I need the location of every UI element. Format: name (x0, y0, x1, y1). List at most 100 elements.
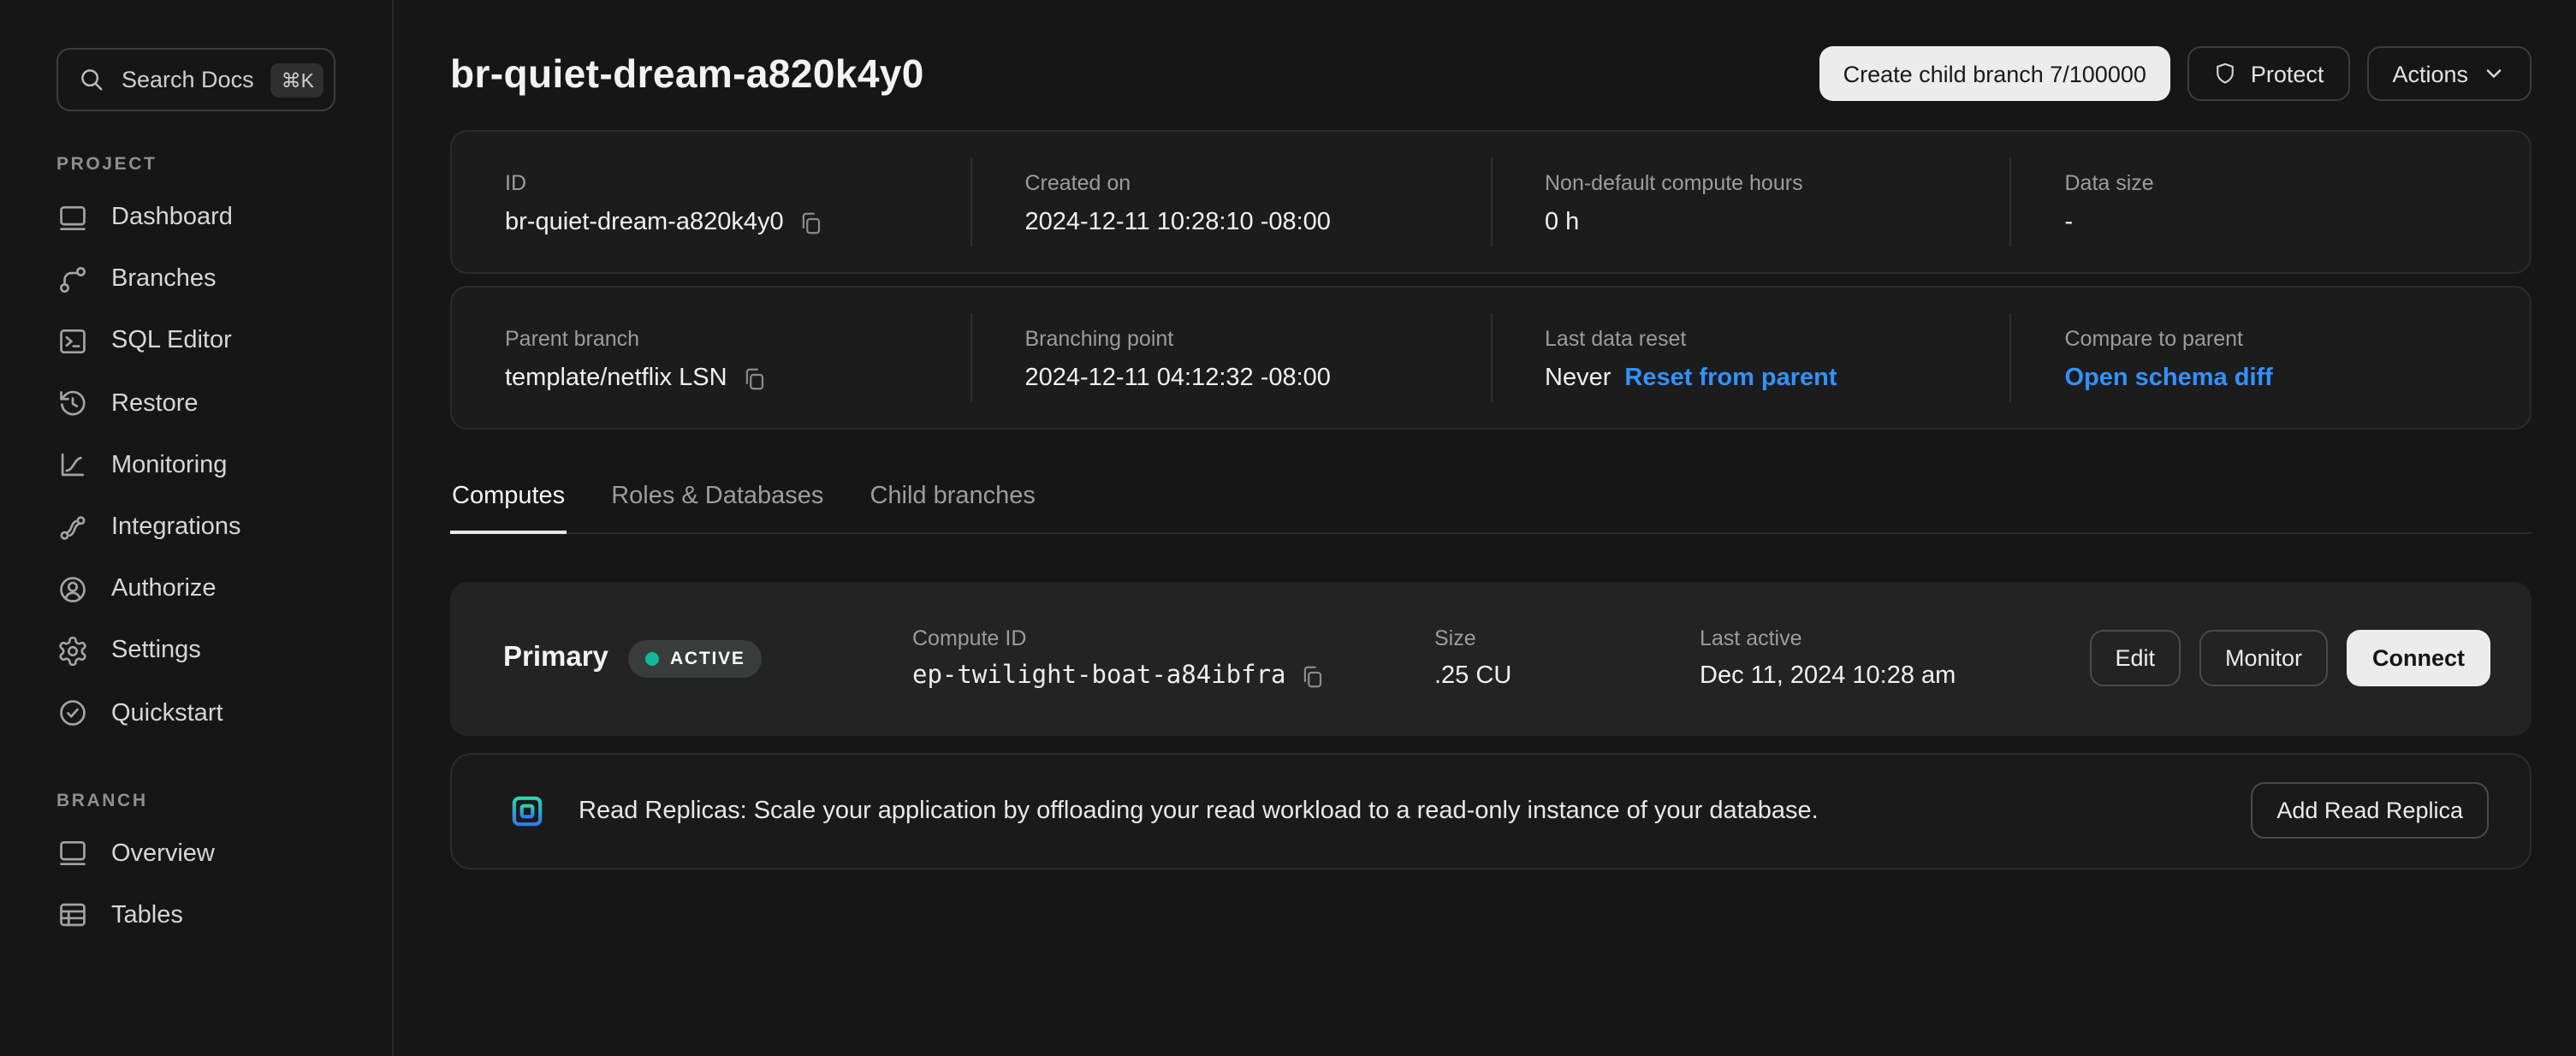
overview-icon (56, 838, 89, 870)
quickstart-check-icon (56, 697, 89, 729)
main-content: br-quiet-dream-a820k4y0 Create child bra… (394, 0, 2576, 1056)
compute-last-active-cell: Last active Dec 11, 2024 10:28 am (1700, 626, 2089, 690)
compute-size-value: .25 CU (1434, 662, 1700, 690)
compute-name-group: Primary ACTIVE (503, 639, 912, 677)
branch-parent-card: Parent branch template/netflix LSN Branc… (450, 286, 2531, 430)
meta-cell-created-on: Created on 2024-12-11 10:28:10 -08:00 (970, 157, 1491, 246)
status-badge: ACTIVE (629, 639, 763, 677)
nav-label: Settings (111, 638, 201, 665)
nav-label: Restore (111, 389, 199, 417)
integrations-icon (56, 511, 89, 543)
open-schema-diff-link[interactable]: Open schema diff (2065, 365, 2273, 392)
meta-cell-compute-hours: Non-default compute hours 0 h (1490, 157, 2010, 246)
actions-label: Actions (2392, 61, 2468, 86)
read-replica-banner: Read Replicas: Scale your application by… (450, 752, 2531, 869)
meta-cell-id: ID br-quiet-dream-a820k4y0 (452, 157, 970, 246)
tab-computes[interactable]: Computes (450, 471, 567, 534)
cell-label: Branching point (1025, 327, 1460, 351)
cell-label: Last active (1700, 626, 2089, 650)
cell-value: template/netflix LSN (505, 365, 940, 392)
compute-actions: Edit Monitor Connect (2089, 630, 2490, 686)
add-read-replica-button[interactable]: Add Read Replica (2251, 782, 2489, 839)
read-replica-description: Read Replicas: Scale your application by… (579, 797, 2223, 824)
cell-value: Open schema diff (2065, 365, 2500, 392)
page-title: br-quiet-dream-a820k4y0 (450, 50, 924, 97)
search-docs-button[interactable]: Search Docs ⌘K (56, 48, 335, 111)
nav-label: Integrations (111, 513, 241, 541)
sidebar-item-authorize[interactable]: Authorize (0, 558, 392, 620)
page-header: br-quiet-dream-a820k4y0 Create child bra… (450, 46, 2531, 101)
nav-label: Authorize (111, 575, 217, 602)
settings-gear-icon (56, 635, 89, 667)
cell-value: Never Reset from parent (1545, 365, 1979, 392)
cell-label: Created on (1025, 171, 1460, 195)
data-size-value: - (2065, 209, 2500, 236)
branch-id-value: br-quiet-dream-a820k4y0 (505, 209, 784, 236)
nav-label: Overview (111, 840, 215, 868)
meta-cell-parent-branch: Parent branch template/netflix LSN (452, 313, 970, 402)
edit-button[interactable]: Edit (2089, 630, 2181, 686)
last-data-reset-value: Never (1545, 365, 1611, 392)
authorize-icon (56, 572, 89, 605)
branch-meta-card: ID br-quiet-dream-a820k4y0 Created on 20… (450, 130, 2531, 274)
project-nav: Dashboard Branches SQL Editor (0, 187, 392, 744)
primary-compute-row: Primary ACTIVE Compute ID ep-twilight-bo… (450, 581, 2531, 735)
connect-button[interactable]: Connect (2347, 630, 2490, 686)
tab-child-branches[interactable]: Child branches (868, 471, 1036, 531)
compute-hours-value: 0 h (1545, 209, 1979, 236)
sidebar-item-restore[interactable]: Restore (0, 372, 392, 434)
nav-label: Quickstart (111, 699, 223, 727)
sidebar: Search Docs ⌘K PROJECT Dashboard Branche… (0, 0, 394, 1056)
search-icon (79, 67, 104, 92)
branching-point-value: 2024-12-11 04:12:32 -08:00 (1025, 365, 1460, 392)
copy-icon[interactable] (1300, 663, 1326, 689)
chevron-down-icon (2482, 62, 2506, 86)
dashboard-icon (56, 201, 89, 234)
cell-value: ep-twilight-boat-a84ibfra (912, 662, 1434, 690)
branches-icon (56, 264, 89, 296)
cell-value: br-quiet-dream-a820k4y0 (505, 209, 940, 236)
cell-label: Last data reset (1545, 327, 1979, 351)
sidebar-item-tables[interactable]: Tables (0, 885, 392, 946)
nav-label: SQL Editor (111, 328, 232, 355)
compute-id-value: ep-twilight-boat-a84ibfra (912, 662, 1286, 690)
monitor-button[interactable]: Monitor (2199, 630, 2328, 686)
create-child-branch-button[interactable]: Create child branch 7/100000 (1819, 46, 2170, 101)
cell-label: Data size (2065, 171, 2500, 195)
sidebar-item-branches[interactable]: Branches (0, 248, 392, 310)
branch-tabs: Computes Roles & Databases Child branche… (450, 471, 2531, 533)
sidebar-item-quickstart[interactable]: Quickstart (0, 682, 392, 744)
shield-icon (2213, 62, 2237, 86)
search-docs-label: Search Docs (122, 67, 254, 92)
cpu-chip-icon (503, 786, 551, 834)
sidebar-section-branch: BRANCH (56, 790, 392, 810)
meta-cell-last-data-reset: Last data reset Never Reset from parent (1490, 313, 2010, 402)
active-status-dot (646, 651, 660, 665)
nav-label: Dashboard (111, 204, 233, 231)
sidebar-item-monitoring[interactable]: Monitoring (0, 435, 392, 496)
sidebar-item-sql-editor[interactable]: SQL Editor (0, 311, 392, 372)
sidebar-item-integrations[interactable]: Integrations (0, 496, 392, 558)
search-shortcut-badge: ⌘K (271, 62, 324, 97)
parent-branch-value: template/netflix LSN (505, 365, 727, 392)
actions-button[interactable]: Actions (2366, 46, 2531, 101)
reset-from-parent-link[interactable]: Reset from parent (1624, 365, 1837, 392)
compute-id-cell: Compute ID ep-twilight-boat-a84ibfra (912, 626, 1434, 690)
sidebar-item-dashboard[interactable]: Dashboard (0, 187, 392, 248)
cell-label: ID (505, 171, 940, 195)
sql-editor-icon (56, 325, 89, 358)
branch-detail-page: Search Docs ⌘K PROJECT Dashboard Branche… (0, 0, 2576, 1056)
compute-size-cell: Size .25 CU (1434, 626, 1700, 690)
tab-roles-databases[interactable]: Roles & Databases (609, 471, 825, 531)
restore-icon (56, 387, 89, 419)
copy-icon[interactable] (741, 365, 767, 391)
protect-button[interactable]: Protect (2187, 46, 2350, 101)
sidebar-item-settings[interactable]: Settings (0, 620, 392, 682)
tables-icon (56, 899, 89, 932)
cell-label: Compute ID (912, 626, 1434, 650)
copy-icon[interactable] (798, 210, 823, 235)
sidebar-item-overview[interactable]: Overview (0, 822, 392, 884)
cell-label: Size (1434, 626, 1700, 650)
protect-label: Protect (2251, 61, 2324, 86)
header-buttons: Create child branch 7/100000 Protect Act… (1819, 46, 2531, 101)
